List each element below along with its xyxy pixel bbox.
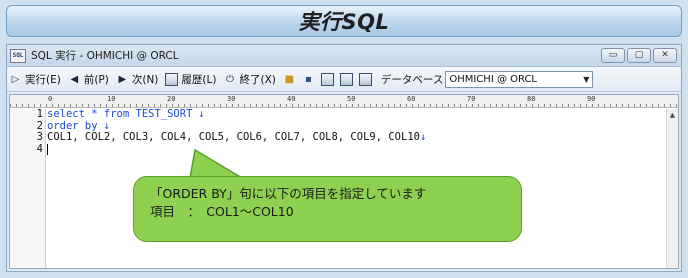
callout-text-line-2: 項目 ： COL1～COL10 [150, 204, 294, 219]
maximize-button[interactable]: ▢ [627, 48, 651, 63]
window-titlebar: SQL SQL 実行 - OHMICHI @ ORCL ▭ ▢ ✕ [7, 45, 681, 67]
grid-button[interactable] [339, 72, 356, 86]
ruler-mark: 20 [166, 95, 177, 104]
history-label: 履歴(L) [181, 73, 217, 86]
window-title: SQL 実行 - OHMICHI @ ORCL [31, 50, 179, 62]
next-button[interactable]: ▶ 次(N) [116, 72, 159, 87]
ruler-mark: 10 [106, 95, 117, 104]
save-icon: ▪ [304, 73, 312, 85]
line-end-marker: ↓ [198, 108, 205, 120]
open-file-button[interactable]: ■ [283, 73, 299, 86]
database-label: データベース [380, 73, 444, 86]
window-controls: ▭ ▢ ✕ [601, 48, 677, 63]
play-icon: ▷ [11, 73, 20, 85]
dropdown-arrow-icon: ▼ [583, 74, 590, 84]
line-number: 3 [36, 131, 43, 143]
window-icon [320, 72, 334, 86]
annotation-callout: 「ORDER BY」句に以下の項目を指定しています 項目 ： COL1～COL1… [133, 176, 522, 242]
database-value: OHMICHI @ ORCL [449, 73, 537, 85]
toolbar: ▷ 実行(E) ◀ 前(P) ▶ 次(N) 履歴(L) ⏻ 終了(X) ■ ▪ [7, 67, 681, 92]
history-button[interactable]: 履歴(L) [165, 72, 216, 87]
line-end-marker: ↓ [419, 131, 427, 143]
next-label: 次(N) [131, 73, 159, 86]
close-button[interactable]: ✕ [653, 48, 677, 63]
minimize-button[interactable]: ▭ [601, 48, 625, 63]
execute-button[interactable]: ▷ 実行(E) [9, 72, 61, 87]
ruler-mark: 30 [226, 95, 237, 104]
ruler-mark: 80 [526, 95, 537, 104]
column-ruler: 0 10 20 30 40 50 60 70 80 90 [10, 95, 678, 108]
exit-label: 終了(X) [239, 73, 276, 86]
ruler-mark: 40 [286, 95, 297, 104]
ruler-mark: 90 [586, 95, 597, 104]
ruler-mark: 60 [406, 95, 417, 104]
export-icon [358, 72, 372, 86]
exit-button[interactable]: ⏻ 終了(X) [223, 72, 276, 87]
line-text: select * from TEST_SORT [47, 108, 193, 120]
prev-button[interactable]: ◀ 前(P) [68, 72, 109, 87]
code-area[interactable]: 1 select * from TEST_SORT ↓ 2 order by ↓… [10, 108, 666, 156]
text-cursor [47, 143, 48, 155]
new-window-button[interactable] [320, 72, 337, 86]
callout-text-line-1: 「ORDER BY」句に以下の項目を指定しています [150, 186, 427, 201]
power-icon: ⏻ [226, 73, 234, 85]
folder-icon: ■ [284, 73, 295, 85]
grid-icon [339, 72, 353, 86]
database-select[interactable]: OHMICHI @ ORCL ▼ [445, 70, 594, 88]
code-line: 4 [10, 142, 666, 156]
page-banner: 実行SQL [6, 5, 682, 37]
sql-app-icon: SQL [10, 48, 26, 63]
scroll-up-icon[interactable]: ▲ [667, 109, 678, 121]
history-icon [165, 72, 179, 86]
vertical-scrollbar[interactable]: ▲ [666, 109, 678, 268]
code-line: 1 select * from TEST_SORT ↓ [10, 108, 666, 121]
back-arrow-icon: ◀ [70, 73, 79, 85]
prev-label: 前(P) [83, 73, 109, 86]
save-button[interactable]: ▪ [302, 73, 318, 86]
ruler-mark: 0 [47, 95, 54, 104]
line-number: 4 [36, 142, 43, 155]
ruler-mark: 70 [466, 95, 477, 104]
export-button[interactable] [358, 72, 375, 86]
execute-label: 実行(E) [25, 73, 61, 86]
code-line: 3 COL1, COL2, COL3, COL4, COL5, COL6, CO… [10, 131, 666, 144]
ruler-mark: 50 [346, 95, 357, 104]
line-text: COL1, COL2, COL3, COL4, COL5, COL6, COL7… [47, 131, 420, 143]
forward-arrow-icon: ▶ [118, 73, 127, 85]
banner-title: 実行SQL [298, 10, 390, 34]
line-number: 1 [36, 108, 43, 120]
